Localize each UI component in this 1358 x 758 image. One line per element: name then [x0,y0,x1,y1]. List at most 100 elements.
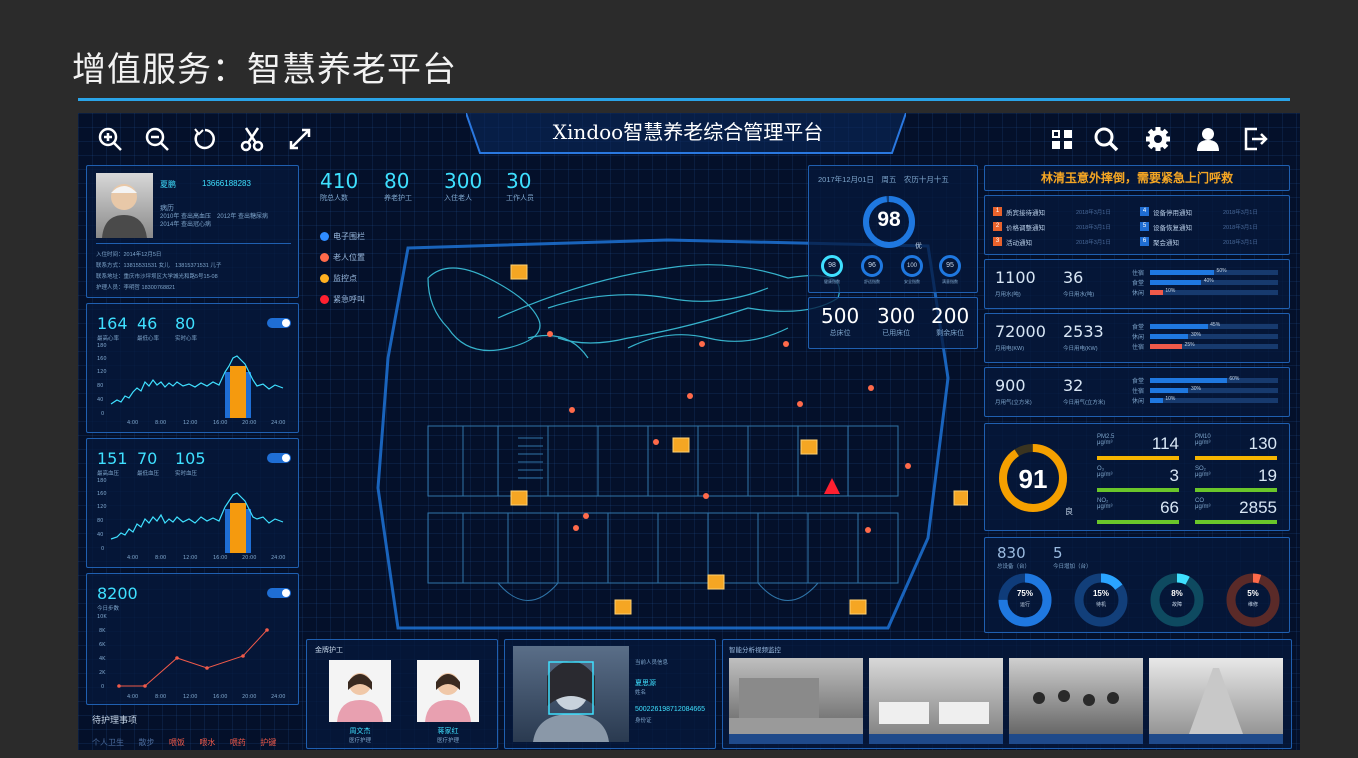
y-tick: 180 [97,343,107,349]
scissors-icon[interactable] [238,125,266,153]
x-tick: 12:00 [183,420,197,426]
mini-label-2: 舒适指数 [864,279,880,284]
user-icon[interactable] [1194,125,1222,153]
video-feed-1[interactable] [729,658,863,744]
x-tick: 4:00 [127,555,138,561]
x-tick: 4:00 [127,420,138,426]
heart-rate-panel: 164 46 80 最高心率 最低心率 实时心率 180 160 120 80 40 0 … [86,303,299,433]
devices-total: 830 [997,544,1026,562]
air-quality-panel: 91 良 PM2.5 μg/m³ 114 PM10 μg/m³ 130 O₃ μg/m³ 3… [984,423,1290,531]
notice-item[interactable]: 1 质宾接待通知 2018年3月1日 [993,204,1134,219]
task-medicine[interactable]: 喂药 [230,738,246,747]
gear-icon[interactable] [1144,125,1172,153]
legend-emergency[interactable]: 紧急呼叫 [320,294,365,305]
x-tick: 4:00 [127,694,138,700]
notice-item[interactable]: 6 聚会通知 2018年3月1日 [1140,234,1281,249]
video-feed-3[interactable] [1009,658,1143,744]
zoom-in-icon[interactable] [96,125,124,153]
zoom-out-icon[interactable] [143,125,171,153]
video-title: 智能分析视频监控 [729,647,781,654]
logout-icon[interactable] [1241,125,1269,153]
water-panel: 1100 月用水(吨) 36 今日用水(吨) 住宿 50% 食堂 40% 休闲 10% [984,259,1290,309]
notice-panel: 1 质宾接待通知 2018年3月1日 4 设备停用通知 2018年3月1日 2 价格调整通… [984,195,1290,255]
devices-panel: 830 总设备（台） 5 今日增加（台） 75% 运行 15% 待机 8% 故障 5% 维修 [984,537,1290,633]
care-tasks-title: 待护理事项 [92,715,138,725]
aqi-grade: 良 [1065,507,1073,516]
score-value: 98 [877,208,901,231]
gas-bars: 食堂 60% 住宿 30% 休闲 10% [1132,375,1282,405]
y-tick: 6K [99,642,106,648]
address: 联系地址：重庆市沙坪坝区大学城光和路5号15-08 [96,274,218,280]
heart-toggle[interactable] [267,318,291,328]
y-tick: 0 [101,684,104,690]
usage-bar-pct: 45% [1210,321,1221,328]
usage-bar-track: 60% [1150,376,1278,383]
task-water[interactable]: 喂水 [199,738,215,747]
beds-total-label: 总床位 [829,330,851,337]
nurse-photo-1[interactable] [329,660,391,722]
nurse-photo-2[interactable] [417,660,479,722]
resident-name: 夏鹏 [160,180,176,189]
notice-item[interactable]: 4 设备停用通知 2018年3月1日 [1140,204,1281,219]
x-tick: 24:00 [271,555,285,561]
beds-used: 300 [877,304,916,328]
notice-item[interactable]: 3 活动通知 2018年3月1日 [993,234,1134,249]
device-donut-pct: 15% [1092,589,1109,598]
x-tick: 24:00 [271,694,285,700]
usage-bar-track: 30% [1150,386,1278,393]
devices-today: 5 [1053,544,1063,562]
video-feed-4[interactable] [1149,658,1283,744]
task-hygiene[interactable]: 个人卫生 [92,738,124,747]
emergency-alert[interactable]: 林清玉意外摔倒，需要紧急上门呼救 [984,165,1290,191]
usage-bar-track: 50% [1150,268,1278,275]
steps-label: 今日步数 [97,606,120,612]
task-care[interactable]: 护键 [260,738,276,747]
stat-staff: 30 [506,169,532,193]
water-bars: 住宿 50% 食堂 40% 休闲 10% [1132,267,1282,297]
map-legend: 电子围栏 老人位置 监控点 紧急呼叫 [320,231,365,315]
usage-bar-fill [1150,269,1214,275]
mini-score-1: 98 [821,255,843,277]
x-tick: 8:00 [155,420,166,426]
water-month: 1100 [995,268,1036,287]
heart-rate-chart: 180 160 120 80 40 0 4:00 8:00 12:00 16:00 20:00 24… [97,343,285,426]
devices-today-label: 今日增加（台） [1053,564,1092,570]
grid-icon[interactable] [1048,125,1076,153]
blood-pressure-chart: 180 160 120 80 40 0 4:00 8:00 12:00 16:00 20:00 24… [97,478,285,561]
bp-max-label: 最高血压 [97,471,120,477]
top-stats: 410 院总人数 80 养老护工 300 入住老人 30 工作人员 [320,169,560,205]
heart-max: 164 [97,314,128,333]
y-tick: 40 [97,532,103,538]
y-tick: 180 [97,478,107,484]
gas-today-label: 今日用气(立方米) [1063,400,1106,406]
device-donut-label: 维修 [1247,602,1258,608]
video-feed-2[interactable] [869,658,1003,744]
y-tick: 0 [101,546,104,552]
gold-nurses-panel: 金牌护工 周文杰 医疗护理 蒋家红 医疗护理 [306,639,498,749]
task-walk[interactable]: 散步 [138,738,154,747]
notice-item[interactable]: 5 设备恢复通知 2018年3月1日 [1140,219,1281,234]
power-month: 72000 [995,322,1046,341]
legend-elder-position[interactable]: 老人位置 [320,252,365,263]
task-feed[interactable]: 喂饭 [169,738,185,747]
steps-toggle[interactable] [267,588,291,598]
face-id-label: 身份证 [635,718,652,724]
resident-phone: 13666188283 [202,179,251,188]
bp-toggle[interactable] [267,453,291,463]
usage-bar-label: 休闲 [1132,334,1145,341]
device-donut-label: 待机 [1095,602,1106,608]
usage-bar-fill [1150,377,1227,383]
steps-chart: 10K 8K 6K 4K 2K 0 4:00 8:00 12:00 16:00 20:00 24:0… [97,614,285,700]
fullscreen-icon[interactable] [286,125,314,153]
legend-camera[interactable]: 监控点 [320,273,365,284]
stat-residents: 300 [444,169,483,193]
legend-fence[interactable]: 电子围栏 [320,231,365,242]
refresh-icon[interactable] [191,125,219,153]
search-icon[interactable] [1092,125,1120,153]
usage-bar-pct: 25% [1184,341,1195,348]
divider [96,243,291,244]
heart-highlight-bar [230,366,246,418]
face-capture[interactable] [513,646,629,742]
face-id: 500226198712084665 [635,706,706,713]
notice-item[interactable]: 2 价格调整通知 2018年3月1日 [993,219,1134,234]
